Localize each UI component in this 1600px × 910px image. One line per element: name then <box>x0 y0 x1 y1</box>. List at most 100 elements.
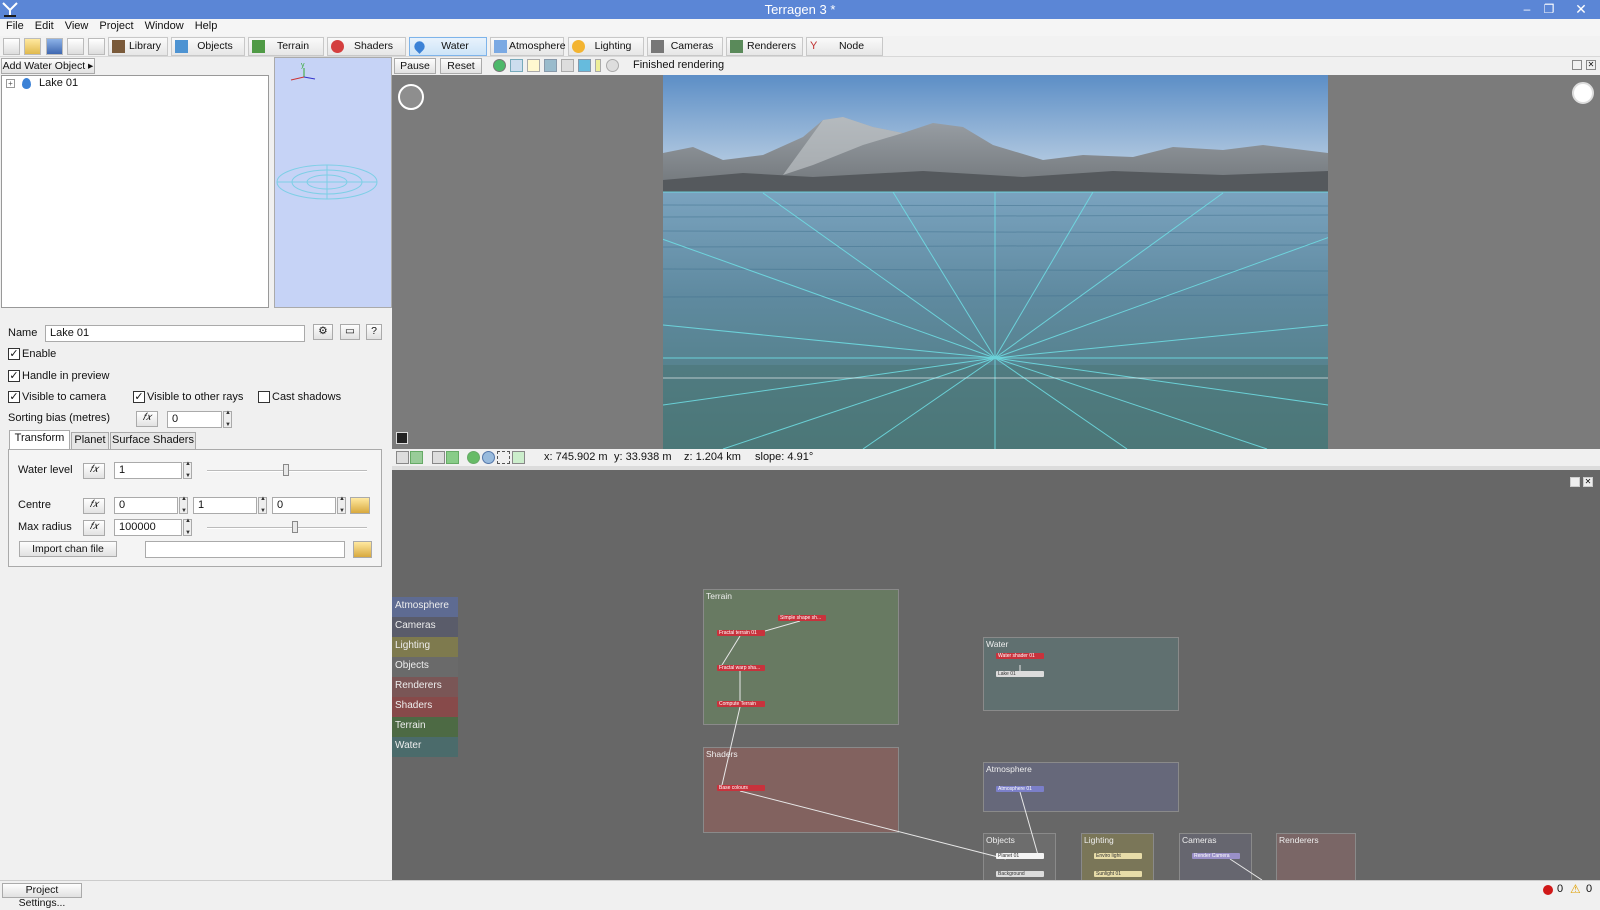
tab-objects[interactable]: Objects <box>171 37 245 56</box>
centre-y-spinner[interactable] <box>258 496 267 514</box>
visible-camera-checkbox[interactable]: ✓ <box>8 391 20 403</box>
sorting-bias-field[interactable]: 0 <box>167 411 222 428</box>
eye-icon[interactable] <box>482 451 495 464</box>
slider-icon[interactable] <box>595 59 601 72</box>
landscape-icon[interactable] <box>446 451 459 464</box>
maximize-pane-icon[interactable] <box>1572 60 1582 70</box>
name-field[interactable]: Lake 01 <box>45 325 305 342</box>
shading-icon[interactable] <box>544 59 557 72</box>
centre-x-field[interactable]: 0 <box>114 497 178 514</box>
navigation-compass-icon[interactable] <box>398 84 424 110</box>
sun-icon[interactable] <box>527 59 540 72</box>
error-icon[interactable] <box>1543 885 1553 895</box>
node-compute-terrain[interactable]: Compute Terrain <box>717 701 765 707</box>
new-project-icon[interactable] <box>3 38 20 55</box>
max-radius-field[interactable]: 100000 <box>114 519 182 536</box>
save-project-icon[interactable] <box>46 38 63 55</box>
help-button[interactable]: ? <box>366 324 382 340</box>
water-level-field[interactable]: 1 <box>114 462 182 479</box>
cloud-icon[interactable] <box>510 59 523 72</box>
menu-window[interactable]: Window <box>139 19 189 32</box>
node-atmosphere[interactable]: Atmosphere 01 <box>996 786 1044 792</box>
view-node-icon[interactable]: ▭ <box>340 324 360 340</box>
toggle-view-icon[interactable] <box>67 38 84 55</box>
tab-atmosphere[interactable]: Atmosphere <box>490 37 566 56</box>
close-icon[interactable]: ✕ <box>1566 0 1596 19</box>
object-preview[interactable]: y <box>274 57 392 308</box>
object-tree[interactable]: + Lake 01 <box>1 75 269 308</box>
max-radius-spinner[interactable] <box>183 518 192 536</box>
node-simple-shape[interactable]: Simple shape sh... <box>778 615 826 621</box>
menu-project[interactable]: Project <box>93 19 138 32</box>
warning-icon[interactable]: ⚠ <box>1570 882 1581 896</box>
centre-y-field[interactable]: 1 <box>193 497 257 514</box>
node-render-camera[interactable]: Render Camera <box>1192 853 1240 859</box>
sun-position-icon[interactable] <box>1572 82 1594 104</box>
tab-renderers[interactable]: Renderers <box>726 37 803 56</box>
sorting-bias-spinner[interactable] <box>223 410 232 428</box>
project-settings-button[interactable]: Project Settings... <box>2 883 82 909</box>
tab-transform[interactable]: Transform <box>9 430 70 449</box>
fit-view-icon[interactable] <box>497 451 510 464</box>
tab-terrain[interactable]: Terrain <box>248 37 324 56</box>
function-icon[interactable]: 𝑓𝑥 <box>83 463 105 479</box>
chan-file-path-field[interactable] <box>145 541 345 558</box>
node-background[interactable]: Background <box>996 871 1044 877</box>
render-mode-icon[interactable] <box>493 59 506 72</box>
reset-button[interactable]: Reset <box>440 58 482 74</box>
node-sunlight[interactable]: Sunlight 01 <box>1094 871 1142 877</box>
menu-file[interactable]: File <box>0 19 29 32</box>
tab-node-network[interactable]: YNode Network <box>806 37 883 69</box>
gear-icon[interactable]: ⚙ <box>313 324 333 340</box>
measure-icon[interactable] <box>512 451 525 464</box>
tree-item-lake[interactable]: Lake 01 <box>39 77 78 89</box>
expand-icon[interactable]: + <box>6 79 15 88</box>
node-planet[interactable]: Planet 01 <box>996 853 1044 859</box>
import-chan-file-button[interactable]: Import chan file <box>19 541 117 557</box>
function-icon[interactable]: 𝑓𝑥 <box>83 520 105 536</box>
pause-button[interactable]: Pause <box>394 58 436 74</box>
crop-region-icon[interactable] <box>396 432 408 444</box>
menu-view[interactable]: View <box>59 19 94 32</box>
tab-surface-shaders[interactable]: Surface Shaders <box>110 432 196 449</box>
water-level-spinner[interactable] <box>183 461 192 479</box>
centre-z-spinner[interactable] <box>337 496 346 514</box>
node-fractal-warp[interactable]: Fractal warp sha... <box>717 665 765 671</box>
clipboard-icon[interactable] <box>350 497 370 514</box>
tab-water[interactable]: Water <box>409 37 487 56</box>
terrain-view-icon[interactable] <box>410 451 423 464</box>
layout-icon[interactable] <box>88 38 105 55</box>
menu-edit[interactable]: Edit <box>29 19 59 32</box>
visible-rays-checkbox[interactable]: ✓ <box>133 391 145 403</box>
open-project-icon[interactable] <box>24 38 41 55</box>
folder-icon[interactable] <box>353 541 372 558</box>
tab-lighting[interactable]: Lighting <box>568 37 644 56</box>
node-water-shader[interactable]: Water shader 01 <box>996 653 1044 659</box>
function-icon[interactable]: 𝑓𝑥 <box>136 411 158 427</box>
handle-preview-checkbox[interactable]: ✓ <box>8 370 20 382</box>
add-water-object-button[interactable]: Add Water Object ▸ <box>1 58 95 74</box>
function-icon[interactable]: 𝑓𝑥 <box>83 498 105 514</box>
refresh-icon[interactable] <box>467 451 480 464</box>
brush-icon[interactable] <box>561 59 574 72</box>
terrain-view-icon[interactable] <box>578 59 591 72</box>
restore-icon[interactable]: ❐ <box>1536 0 1562 19</box>
node-enviro-light[interactable]: Enviro light <box>1094 853 1142 859</box>
cast-shadows-checkbox[interactable] <box>258 391 270 403</box>
max-radius-slider-thumb[interactable] <box>292 521 298 533</box>
tab-shaders[interactable]: Shaders <box>327 37 406 56</box>
centre-z-field[interactable]: 0 <box>272 497 336 514</box>
enable-checkbox[interactable]: ✓ <box>8 348 20 360</box>
centre-x-spinner[interactable] <box>179 496 188 514</box>
max-radius-slider[interactable] <box>207 527 367 529</box>
node-base-colours[interactable]: Base colours <box>717 785 765 791</box>
camera-select-icon[interactable] <box>432 451 445 464</box>
node-fractal-terrain[interactable]: Fractal terrain 01 <box>717 630 765 636</box>
close-pane-icon[interactable]: ✕ <box>1586 60 1596 70</box>
node-network-pane[interactable]: ✕ Atmosphere Cameras Lighting Objects Re… <box>392 470 1600 880</box>
menu-help[interactable]: Help <box>189 19 223 32</box>
camera-view-icon[interactable] <box>396 451 409 464</box>
water-level-slider-thumb[interactable] <box>283 464 289 476</box>
tab-library[interactable]: Library <box>108 37 168 56</box>
rendered-image[interactable] <box>663 75 1328 449</box>
